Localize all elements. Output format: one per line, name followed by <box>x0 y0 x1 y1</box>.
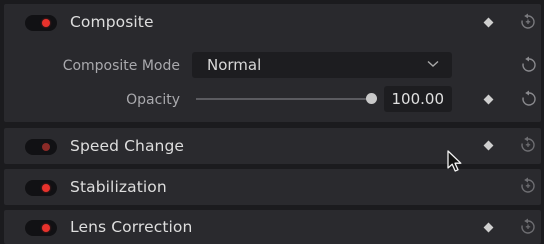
reset-icon[interactable] <box>519 218 537 236</box>
keyframe-diamond-icon[interactable] <box>483 222 494 233</box>
composite-mode-label: Composite Mode <box>62 58 180 74</box>
composite-enable-toggle[interactable] <box>25 15 57 31</box>
lens-correction-section[interactable]: Lens Correction <box>4 210 541 244</box>
mouse-pointer-icon <box>447 150 462 172</box>
reset-icon[interactable] <box>520 56 538 74</box>
opacity-label: Opacity <box>126 92 180 108</box>
inspector-panel: Composite Composite Mode Normal Opacity … <box>0 0 544 244</box>
stabilization-title: Stabilization <box>70 178 167 196</box>
stabilization-enable-toggle[interactable] <box>25 180 57 196</box>
composite-section: Composite Composite Mode Normal Opacity … <box>4 4 541 122</box>
composite-header[interactable]: Composite <box>4 4 541 40</box>
lens-correction-title: Lens Correction <box>70 218 193 236</box>
reset-icon[interactable] <box>519 136 537 154</box>
keyframe-diamond-icon[interactable] <box>483 140 494 151</box>
keyframe-diamond-icon[interactable] <box>483 94 494 105</box>
speed-change-title: Speed Change <box>70 137 185 155</box>
chevron-down-icon <box>427 60 439 67</box>
opacity-slider-track[interactable] <box>196 98 374 100</box>
opacity-value: 100.00 <box>391 90 445 108</box>
speed-change-enable-toggle[interactable] <box>25 139 57 155</box>
keyframe-diamond-icon[interactable] <box>483 17 494 28</box>
reset-icon[interactable] <box>519 13 537 31</box>
lens-correction-enable-toggle[interactable] <box>25 220 57 236</box>
enabled-indicator-icon <box>42 19 50 27</box>
composite-title: Composite <box>70 13 154 31</box>
opacity-slider-handle[interactable] <box>366 93 377 104</box>
composite-mode-dropdown[interactable]: Normal <box>192 52 452 78</box>
reset-icon[interactable] <box>519 177 537 195</box>
stabilization-section[interactable]: Stabilization <box>4 169 541 205</box>
enabled-indicator-icon <box>42 224 50 232</box>
enabled-indicator-icon <box>42 184 50 192</box>
disabled-indicator-icon <box>42 143 50 151</box>
reset-icon[interactable] <box>520 90 538 108</box>
opacity-value-field[interactable]: 100.00 <box>384 86 452 112</box>
composite-mode-value: Normal <box>207 56 262 74</box>
